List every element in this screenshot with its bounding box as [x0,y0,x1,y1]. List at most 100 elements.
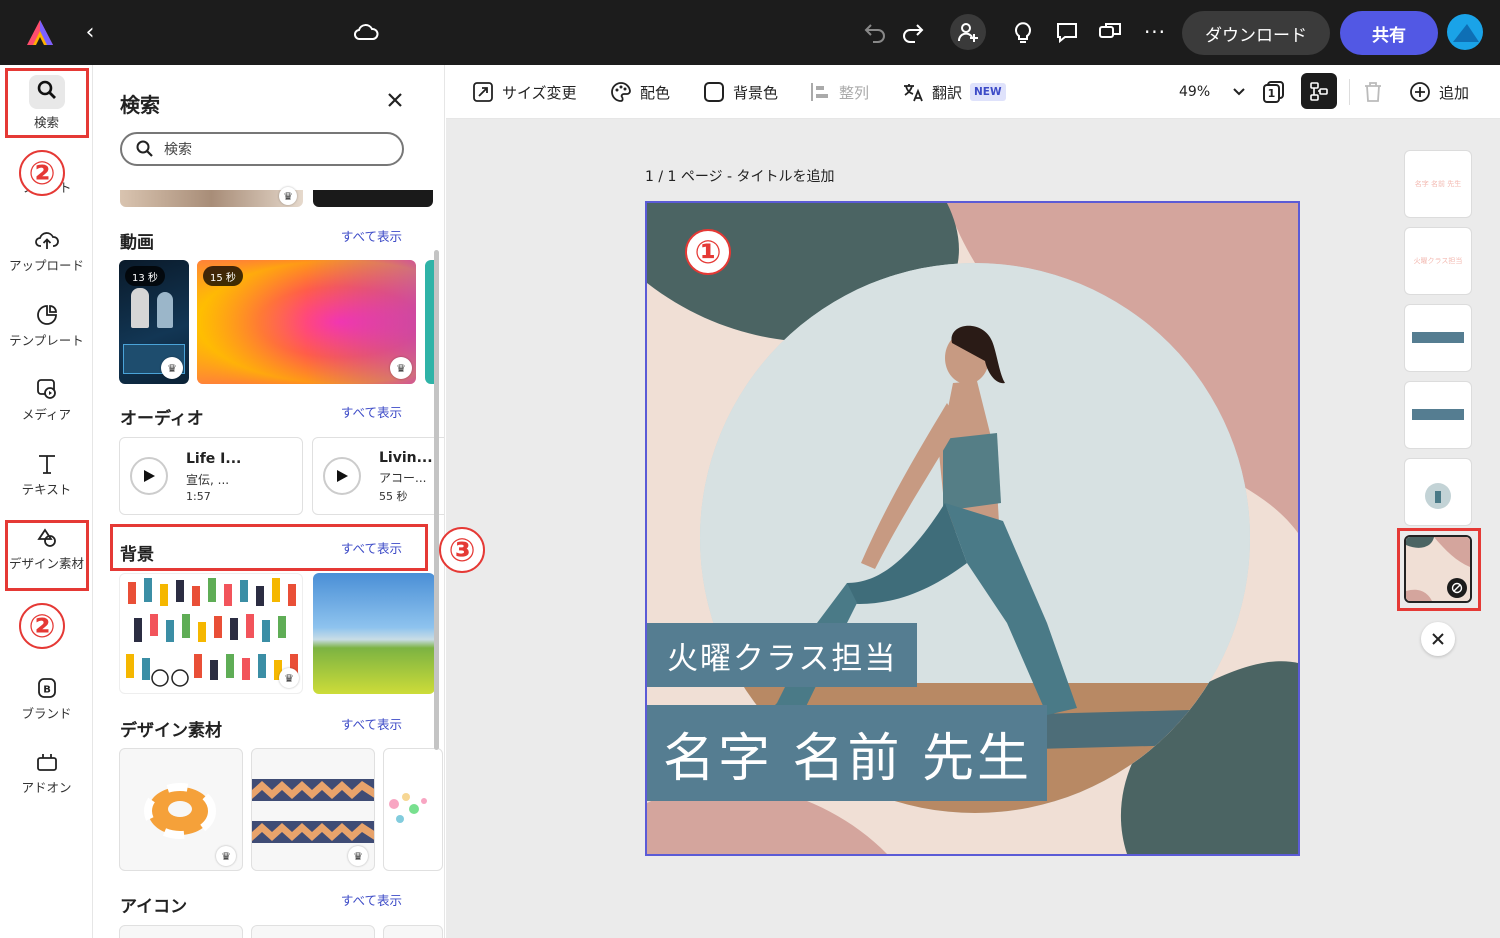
resize-label: サイズ変更 [502,83,577,102]
align-button[interactable]: 整列 [809,65,869,119]
rail-item-upload[interactable]: アップロード [0,229,93,274]
rail-label: テキスト [21,482,72,497]
audio-card[interactable]: Livin... アコー... 55 秒 [312,437,444,515]
audio-subtitle: アコー... [379,471,427,485]
translate-button[interactable]: 翻訳 NEW [902,65,1006,119]
highlight-box-design-assets [5,520,89,591]
new-badge: NEW [970,83,1006,101]
search-icon [136,140,153,157]
close-layers-icon[interactable] [1421,622,1455,656]
see-all-video-link[interactable]: すべて表示 [341,226,402,245]
layer-thumb-name-text[interactable]: 名字 名前 先生 [1404,150,1472,218]
search-input[interactable]: 検索 [164,139,192,159]
panel-title: 検索 [120,93,160,117]
invite-user-icon[interactable] [950,14,986,50]
audio-title: Livin... [379,450,433,466]
avatar[interactable] [1447,14,1483,50]
back-chevron-icon[interactable]: ‹ [78,20,102,45]
search-field[interactable]: 検索 [120,132,404,166]
upload-cloud-icon [34,232,59,249]
rail-label: テンプレート [9,333,84,348]
align-left-icon [811,83,828,101]
icon-asset[interactable] [251,925,375,938]
play-icon[interactable] [130,457,168,495]
icon-asset[interactable] [119,925,243,938]
name-text-box[interactable]: 名字 名前 先生 [647,705,1047,801]
highlight-box-background-layer [1397,528,1481,611]
icon-asset[interactable] [383,925,443,938]
download-button[interactable]: ダウンロード [1182,11,1330,55]
color-theme-label: 配色 [640,83,671,102]
add-label: 追加 [1439,83,1470,102]
cloud-icon[interactable] [352,20,380,44]
color-theme-button[interactable]: 配色 [610,65,670,119]
palette-icon [611,82,631,102]
rail-label: アドオン [21,780,72,795]
highlight-box-search [5,68,89,138]
layers-button[interactable] [1301,73,1337,109]
rail-item-media[interactable]: メディア [0,378,93,423]
background-color-button[interactable]: 背景色 [703,65,778,119]
section-title-video: 動画 [120,233,154,253]
image-result-thumb[interactable] [120,190,303,207]
zoom-value: 49% [1179,84,1211,100]
rail-label: ブランド [21,706,72,721]
comment-icon[interactable] [1054,19,1080,45]
pages-button[interactable]: 1 [1263,65,1285,119]
duration-badge: 15 秒 [203,266,243,286]
artboard[interactable]: 火曜クラス担当 名字 名前 先生 [645,201,1300,856]
page-label[interactable]: 1 / 1 ページ - タイトルを追加 [645,166,835,186]
audio-card[interactable]: Life I... 宣伝, ... 1:57 [119,437,303,515]
search-panel: 検索 検索 ♛ 動画 すべて表示 13 秒 ♛ 15 秒 ♛ オーディオ すべて… [93,65,445,938]
background-thumb-people[interactable] [119,573,303,694]
layer-thumb-shape[interactable] [1404,304,1472,372]
see-all-design-link[interactable]: すべて表示 [341,714,402,733]
more-options-icon[interactable]: ··· [1142,19,1168,45]
section-title-icons: アイコン [120,897,188,917]
translate-label: 翻訳 [932,83,963,102]
rail-label: アップロード [8,258,84,273]
panel-scrollbar[interactable] [434,250,439,750]
design-asset-confetti[interactable] [383,748,443,871]
adobe-express-logo-icon[interactable] [24,17,56,49]
play-icon[interactable] [323,457,361,495]
layer-thumb-shape[interactable] [1404,381,1472,449]
background-thumb-field[interactable] [313,573,435,694]
chevron-down-icon [1233,88,1245,96]
audio-title: Life I... [186,451,242,467]
close-panel-icon[interactable] [382,87,408,113]
background-color-label: 背景色 [733,83,779,102]
svg-text:B: B [43,685,51,696]
redo-icon[interactable] [900,19,926,45]
resize-button[interactable]: サイズ変更 [472,65,577,119]
image-result-thumb[interactable] [313,190,433,207]
audio-duration: 1:57 [186,490,211,503]
app-window: ‹ ··· ダウンロード 共有 検索 アップロード テンプレート メディア テキ… [0,0,1500,938]
premium-crown-icon: ♛ [279,187,297,205]
annotation-marker-3: ③ [439,527,485,573]
annotation-marker-1: ① [685,229,731,275]
premium-crown-icon: ♛ [216,846,236,866]
see-all-audio-link[interactable]: すべて表示 [341,402,402,421]
top-bar: ‹ ··· ダウンロード 共有 [0,0,1500,65]
rail-item-brand[interactable]: B ブランド [0,677,93,722]
lightbulb-icon[interactable] [1010,19,1036,45]
zoom-select[interactable]: 49% [1179,65,1246,119]
rail-item-template[interactable]: テンプレート [0,304,93,349]
undo-icon[interactable] [862,19,888,45]
collaborate-icon[interactable] [1097,19,1123,45]
rail-item-text[interactable]: テキスト [0,453,93,498]
add-button[interactable]: 追加 [1409,65,1469,119]
highlight-box-background [110,524,428,571]
rail-item-addons[interactable]: アドオン [0,751,93,796]
layer-thumb-photo[interactable] [1404,458,1472,526]
share-button[interactable]: 共有 [1340,11,1438,55]
see-all-icons-link[interactable]: すべて表示 [341,890,402,909]
delete-button[interactable] [1363,65,1391,119]
subtitle-text-box[interactable]: 火曜クラス担当 [647,623,917,687]
layer-thumb-subtitle-text[interactable]: 火曜クラス担当 [1404,227,1472,295]
rail-label: メディア [21,407,72,422]
section-title-audio: オーディオ [120,409,204,429]
brand-icon: B [37,678,56,698]
pages-icon: 1 [1263,81,1285,103]
